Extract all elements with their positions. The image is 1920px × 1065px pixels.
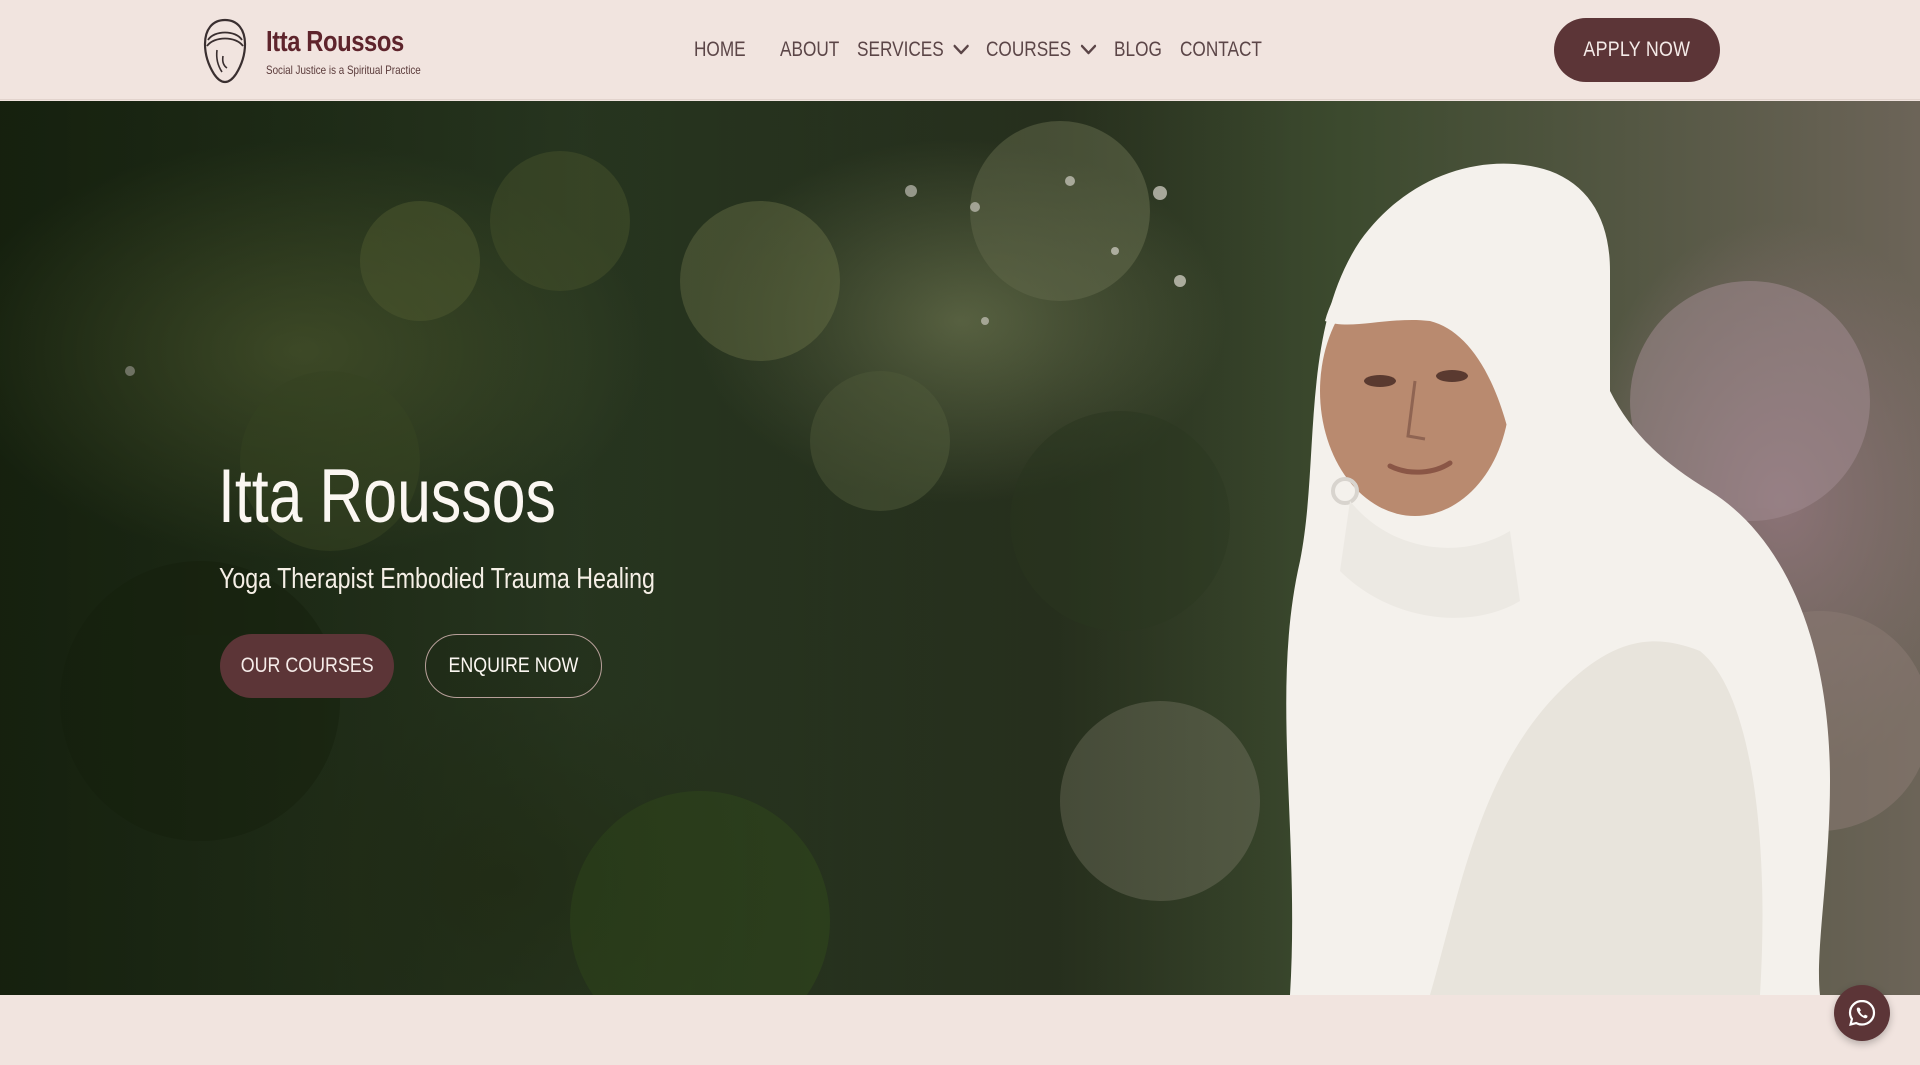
meditating-figure-icon xyxy=(203,18,247,84)
brand-tagline: Social Justice is a Spiritual Practice xyxy=(266,62,421,77)
nav-item-home[interactable]: HOME xyxy=(694,38,746,62)
whatsapp-button[interactable] xyxy=(1834,985,1890,1041)
enquire-now-button[interactable]: ENQUIRE NOW xyxy=(425,634,602,698)
site-logo[interactable]: Itta Roussos Social Justice is a Spiritu… xyxy=(200,16,440,86)
nav-item-blog[interactable]: BLOG xyxy=(1114,38,1162,62)
main-nav: HOME ABOUT SERVICES COURSES BLOG CONTACT xyxy=(694,30,1262,70)
brand-name: Itta Roussos xyxy=(266,25,404,58)
nav-item-about[interactable]: ABOUT xyxy=(780,38,839,62)
hero-subtitle: Yoga Therapist Embodied Trauma Healing xyxy=(219,563,655,595)
chevron-down-icon xyxy=(953,44,969,55)
our-courses-button[interactable]: OUR COURSES xyxy=(220,634,394,698)
nav-item-label: HOME xyxy=(694,38,746,61)
hero-shade-overlay xyxy=(0,101,1300,995)
portrait-image xyxy=(1286,163,1830,995)
nav-item-label: SERVICES xyxy=(857,38,944,61)
nav-item-services[interactable]: SERVICES xyxy=(857,38,970,62)
apply-now-label: APPLY NOW xyxy=(1583,38,1691,61)
hero-title: Itta Roussos xyxy=(218,454,556,539)
our-courses-label: OUR COURSES xyxy=(240,654,374,677)
site-header: Itta Roussos Social Justice is a Spiritu… xyxy=(0,0,1920,100)
hero-section: Itta Roussos Yoga Therapist Embodied Tra… xyxy=(0,101,1920,995)
chevron-down-icon xyxy=(1080,44,1097,55)
nav-item-courses[interactable]: COURSES xyxy=(986,38,1097,62)
nav-item-label: COURSES xyxy=(986,38,1072,61)
nav-item-contact[interactable]: CONTACT xyxy=(1180,38,1262,62)
nav-item-label: BLOG xyxy=(1114,38,1162,61)
enquire-now-label: ENQUIRE NOW xyxy=(448,654,579,677)
nav-item-label: ABOUT xyxy=(780,38,840,61)
nav-item-label: CONTACT xyxy=(1180,38,1262,61)
whatsapp-icon xyxy=(1848,999,1876,1026)
apply-now-button[interactable]: APPLY NOW xyxy=(1554,18,1720,82)
